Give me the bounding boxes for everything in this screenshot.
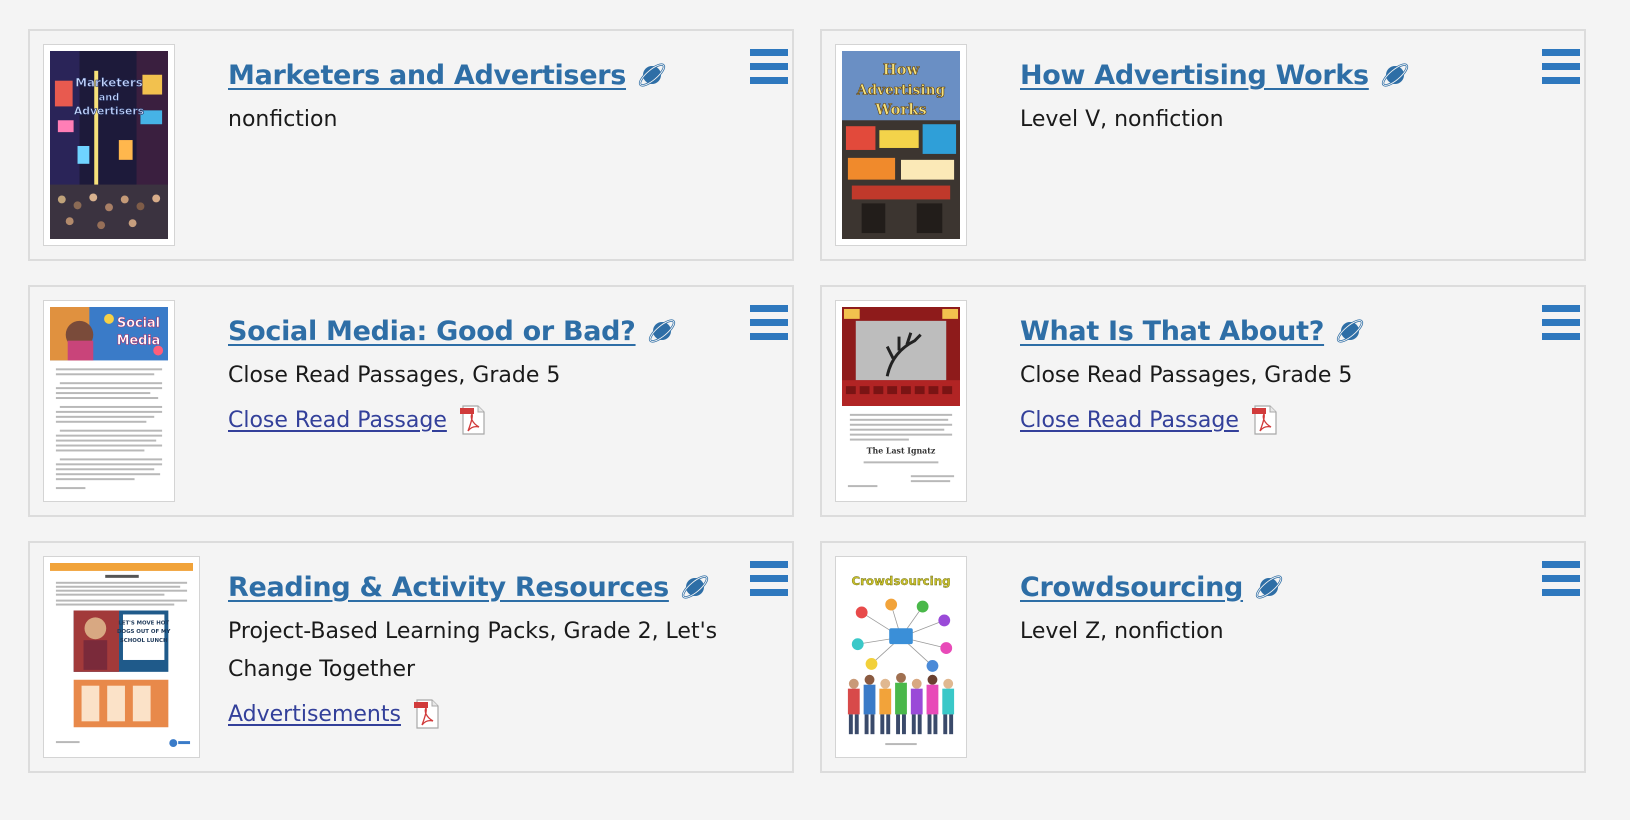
- cover-image-crowdsourcing: Crowdsourcing: [842, 563, 960, 751]
- resource-title-link[interactable]: How Advertising Works: [1020, 60, 1369, 91]
- close-read-passage-link[interactable]: Close Read Passage: [228, 408, 447, 433]
- passage-thumbnail[interactable]: The Last Ignatz: [835, 300, 967, 502]
- resource-card: Marketers and Advertisers Marketers and …: [28, 29, 794, 261]
- resource-title-link[interactable]: What Is That About?: [1020, 316, 1324, 347]
- svg-text:Crowdsourcing: Crowdsourcing: [851, 574, 950, 588]
- resource-title-link[interactable]: Reading & Activity Resources: [228, 572, 669, 603]
- planet-icon[interactable]: [679, 571, 711, 603]
- title-row: How Advertising Works: [1020, 59, 1528, 91]
- svg-text:Advertisers: Advertisers: [74, 104, 144, 117]
- menu-icon[interactable]: [1542, 559, 1580, 599]
- pdf-icon[interactable]: [413, 699, 441, 729]
- card-body: How Advertising Works Level V, nonfictio…: [1020, 59, 1528, 139]
- close-read-passage-link[interactable]: Close Read Passage: [1020, 408, 1239, 433]
- passage-thumbnail[interactable]: Social Media: [43, 300, 175, 502]
- book-cover-thumbnail[interactable]: Crowdsourcing: [835, 556, 967, 758]
- svg-text:Works: Works: [874, 101, 926, 118]
- planet-icon[interactable]: [636, 59, 668, 91]
- card-body: What Is That About? Close Read Passages,…: [1020, 315, 1528, 435]
- resource-card: Crowdsourcing Crowdsourcing Level Z, non…: [820, 541, 1586, 773]
- book-cover-thumbnail[interactable]: How Advertising Works: [835, 44, 967, 246]
- svg-text:DOGS OUT OF MY: DOGS OUT OF MY: [117, 629, 170, 635]
- menu-icon[interactable]: [750, 47, 788, 87]
- pdf-icon[interactable]: [1251, 405, 1279, 435]
- title-row: Marketers and Advertisers: [228, 59, 736, 91]
- resource-title-link[interactable]: Crowdsourcing: [1020, 572, 1243, 603]
- card-body: Social Media: Good or Bad? Close Read Pa…: [228, 315, 736, 435]
- activity-thumbnail[interactable]: LET'S MOVE HOT DOGS OUT OF MY SCHOOL LUN…: [43, 556, 200, 758]
- menu-icon[interactable]: [750, 559, 788, 599]
- resource-title-link[interactable]: Marketers and Advertisers: [228, 60, 626, 91]
- resource-meta: Level V, nonfiction: [1020, 107, 1224, 132]
- resource-row: Advertisements: [228, 699, 736, 729]
- planet-icon[interactable]: [646, 315, 678, 347]
- card-body: Marketers and Advertisers nonfiction: [228, 59, 736, 139]
- advertisements-link[interactable]: Advertisements: [228, 702, 401, 727]
- resource-meta: Close Read Passages, Grade 5: [228, 363, 561, 388]
- svg-text:LET'S MOVE HOT: LET'S MOVE HOT: [118, 620, 169, 626]
- cover-image-billboards: How Advertising Works: [842, 51, 960, 239]
- resource-meta: Close Read Passages, Grade 5: [1020, 363, 1353, 388]
- resource-card: LET'S MOVE HOT DOGS OUT OF MY SCHOOL LUN…: [28, 541, 794, 773]
- resource-grid: Marketers and Advertisers Marketers and …: [28, 29, 1586, 773]
- planet-icon[interactable]: [1334, 315, 1366, 347]
- cover-image-theater: The Last Ignatz: [842, 307, 960, 495]
- resource-meta: Level Z, nonfiction: [1020, 619, 1224, 644]
- svg-text:SCHOOL LUNCH: SCHOOL LUNCH: [120, 638, 168, 644]
- cover-caption: The Last Ignatz: [867, 446, 936, 455]
- book-cover-thumbnail[interactable]: Marketers and Advertisers: [43, 44, 175, 246]
- resource-meta: Project-Based Learning Packs, Grade 2, L…: [228, 619, 718, 682]
- resource-row: Close Read Passage: [228, 405, 736, 435]
- cover-image-social-media: Social Media: [50, 307, 168, 495]
- menu-icon[interactable]: [1542, 47, 1580, 87]
- svg-text:Advertising: Advertising: [856, 82, 946, 98]
- resource-meta: nonfiction: [228, 107, 338, 132]
- card-body: Crowdsourcing Level Z, nonfiction: [1020, 571, 1528, 651]
- svg-text:Marketers: Marketers: [75, 76, 143, 90]
- card-body: Reading & Activity Resources Project-Bas…: [228, 571, 736, 729]
- menu-icon[interactable]: [750, 303, 788, 343]
- svg-text:Media: Media: [117, 334, 161, 349]
- svg-text:and: and: [99, 92, 120, 103]
- resource-card: How Advertising Works How Advertising Wo…: [820, 29, 1586, 261]
- planet-icon[interactable]: [1253, 571, 1285, 603]
- svg-text:Social: Social: [117, 316, 160, 331]
- title-row: Reading & Activity Resources: [228, 571, 736, 603]
- title-row: Social Media: Good or Bad?: [228, 315, 736, 347]
- menu-icon[interactable]: [1542, 303, 1580, 343]
- planet-icon[interactable]: [1379, 59, 1411, 91]
- resource-row: Close Read Passage: [1020, 405, 1528, 435]
- title-row: What Is That About?: [1020, 315, 1528, 347]
- svg-text:How: How: [883, 62, 921, 79]
- resource-card: Social Media Social Media: Good or Bad? …: [28, 285, 794, 517]
- resource-title-link[interactable]: Social Media: Good or Bad?: [228, 316, 636, 347]
- resource-card: The Last Ignatz What Is That About? Clos…: [820, 285, 1586, 517]
- pdf-icon[interactable]: [459, 405, 487, 435]
- cover-image-times-square: Marketers and Advertisers: [50, 51, 168, 239]
- cover-image-activity-sheet: LET'S MOVE HOT DOGS OUT OF MY SCHOOL LUN…: [50, 563, 193, 751]
- title-row: Crowdsourcing: [1020, 571, 1528, 603]
